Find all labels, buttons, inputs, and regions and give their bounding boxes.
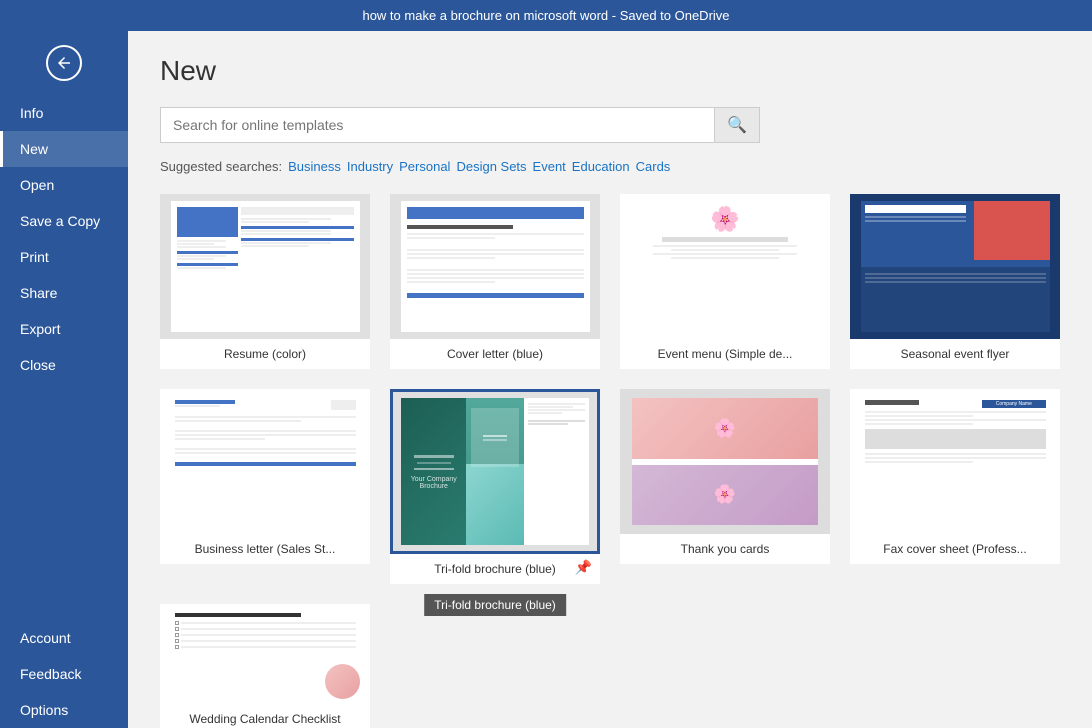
search-button[interactable]: 🔍 — [714, 108, 759, 142]
sidebar-item-share[interactable]: Share — [0, 275, 128, 311]
sidebar-nav: Info New Open Save a Copy Print Share Ex… — [0, 95, 128, 383]
sidebar-bottom-nav: Account Feedback Options — [0, 620, 128, 728]
suggested-design-sets[interactable]: Design Sets — [456, 159, 526, 174]
search-bar: 🔍 — [160, 107, 760, 143]
sidebar-item-account[interactable]: Account — [0, 620, 128, 656]
template-label: Tri-fold brochure (blue) — [390, 554, 600, 584]
sidebar-item-print[interactable]: Print — [0, 239, 128, 275]
sidebar-item-info[interactable]: Info — [0, 95, 128, 131]
template-seasonal-flyer[interactable]: Seasonal event flyer — [850, 194, 1060, 369]
main-content: New 🔍 Suggested searches: Business Indus… — [128, 31, 1092, 728]
suggested-personal[interactable]: Personal — [399, 159, 450, 174]
template-label: Fax cover sheet (Profess... — [850, 534, 1060, 564]
suggested-business[interactable]: Business — [288, 159, 341, 174]
template-label: Business letter (Sales St... — [160, 534, 370, 564]
sidebar-item-new[interactable]: New — [0, 131, 128, 167]
sidebar-item-export[interactable]: Export — [0, 311, 128, 347]
template-brochure[interactable]: Your CompanyBrochure — [390, 389, 600, 584]
suggested-searches: Suggested searches: Business Industry Pe… — [160, 159, 1060, 174]
suggested-label: Suggested searches: — [160, 159, 282, 174]
template-label: Event menu (Simple de... — [620, 339, 830, 369]
template-resume-color[interactable]: Resume (color) — [160, 194, 370, 369]
suggested-education[interactable]: Education — [572, 159, 630, 174]
title-bar: how to make a brochure on microsoft word… — [0, 0, 1092, 31]
suggested-cards[interactable]: Cards — [636, 159, 671, 174]
search-input[interactable] — [161, 109, 714, 141]
sidebar-item-save-copy[interactable]: Save a Copy — [0, 203, 128, 239]
suggested-industry[interactable]: Industry — [347, 159, 393, 174]
brochure-tooltip: Tri-fold brochure (blue) — [424, 594, 566, 616]
template-label: Wedding Calendar Checklist — [160, 704, 370, 728]
template-label: Resume (color) — [160, 339, 370, 369]
sidebar-item-options[interactable]: Options — [0, 692, 128, 728]
template-fax[interactable]: Company Name Fax cover sheet (P — [850, 389, 1060, 584]
back-arrow-icon — [55, 54, 73, 72]
suggested-event[interactable]: Event — [533, 159, 566, 174]
template-label: Cover letter (blue) — [390, 339, 600, 369]
sidebar-item-close[interactable]: Close — [0, 347, 128, 383]
pin-icon: 📌 — [575, 559, 592, 576]
sidebar: Info New Open Save a Copy Print Share Ex… — [0, 31, 128, 728]
sidebar-item-open[interactable]: Open — [0, 167, 128, 203]
template-wedding[interactable]: Wedding Calendar Checklist — [160, 604, 370, 728]
template-label: Thank you cards — [620, 534, 830, 564]
back-button[interactable] — [0, 31, 128, 95]
template-biz-letter[interactable]: Business letter (Sales St... — [160, 389, 370, 584]
templates-grid: Resume (color) — [160, 194, 1060, 728]
template-label: Seasonal event flyer — [850, 339, 1060, 369]
template-cover-letter[interactable]: Cover letter (blue) — [390, 194, 600, 369]
title-bar-text: how to make a brochure on microsoft word… — [362, 8, 729, 23]
page-title: New — [160, 55, 1060, 87]
template-thankyou[interactable]: 🌸 🌸 Thank you cards — [620, 389, 830, 584]
template-event-menu[interactable]: 🌸 Event menu (Simple de... — [620, 194, 830, 369]
sidebar-item-feedback[interactable]: Feedback — [0, 656, 128, 692]
